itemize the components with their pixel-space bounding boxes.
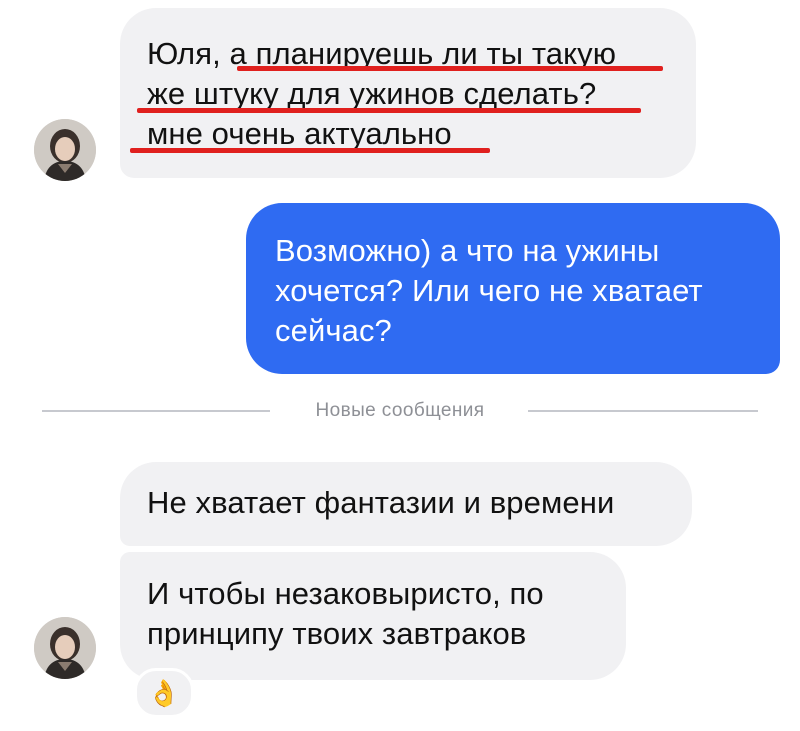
message-bubble-incoming[interactable]: И чтобы незаковыристо, по принципу твоих… [120,552,626,680]
message-text-line: принципу твоих завтраков [147,616,527,651]
message-bubble-incoming[interactable]: Не хватает фантазии и времени [120,462,692,546]
message-text-line: И чтобы незаковыристо, по [147,576,544,611]
highlight-underline [130,148,490,153]
avatar-photo-icon [34,617,96,679]
avatar-photo-icon [34,119,96,181]
message-text-line: Не хватает фантазии и времени [147,485,615,520]
highlight-underline [237,66,663,71]
ok-hand-reaction-icon[interactable]: 👌 [134,668,194,718]
highlight-underline [137,108,641,113]
divider-line [528,410,758,412]
message-bubble-outgoing[interactable]: Возможно) а что на ужины хочется? Или че… [246,203,780,374]
message-text-line: хочется? Или чего не хватает [275,273,703,308]
sender-avatar[interactable] [34,119,96,181]
new-messages-divider: Новые сообщения [42,398,758,424]
message-text-line: сейчас? [275,313,392,348]
sender-avatar[interactable] [34,617,96,679]
message-text-line: Возможно) а что на ужины [275,233,660,268]
chat-conversation: Юля, а планируешь ли ты такую же штуку д… [0,0,800,731]
